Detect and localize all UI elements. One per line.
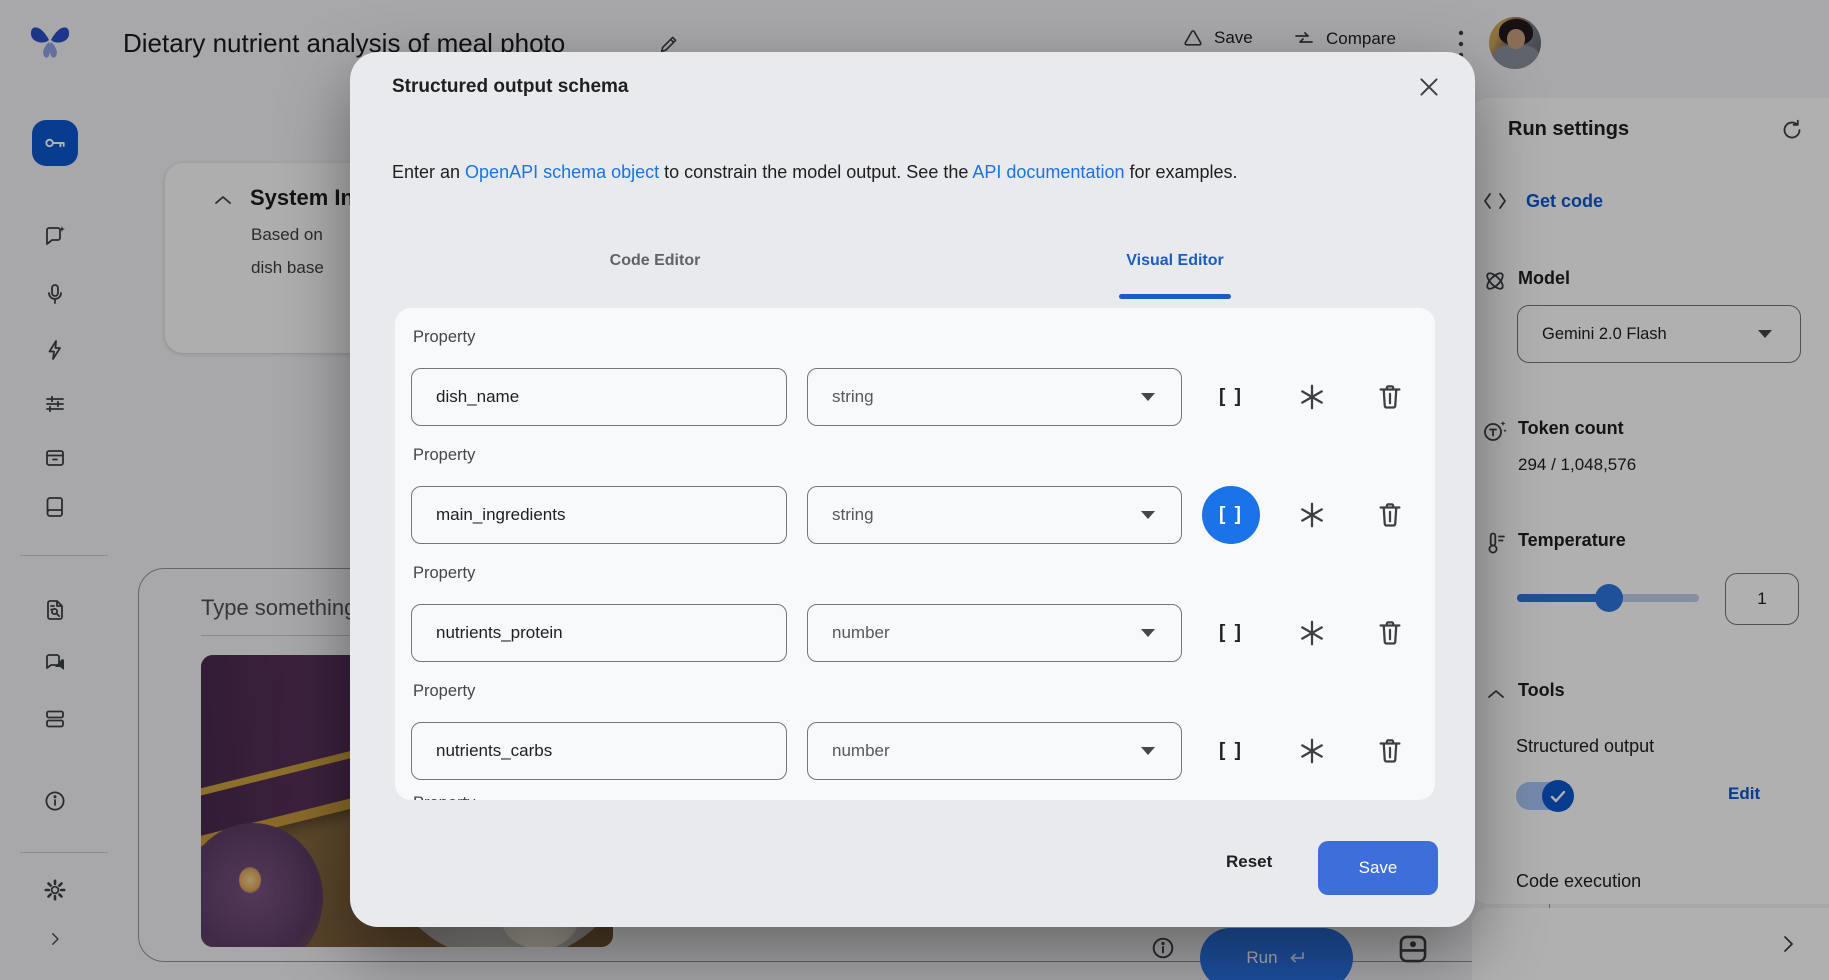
required-asterisk-icon[interactable] [1297,382,1327,412]
property-type-select[interactable]: string [807,368,1182,426]
tab-visual-editor[interactable]: Visual Editor [1025,252,1325,270]
property-label: Property [413,328,475,347]
property-type-value: string [832,387,874,407]
property-type-select[interactable]: number [807,604,1182,662]
delete-property-icon[interactable] [1375,618,1405,648]
property-name-input[interactable] [411,486,787,544]
chevron-down-icon [1141,393,1155,401]
array-toggle-button[interactable]: [ ] [1202,368,1260,426]
desc-middle: to constrain the model output. See the [659,162,972,182]
structured-output-modal: Structured output schema Enter an OpenAP… [350,52,1475,927]
modal-description: Enter an OpenAPI schema object to constr… [392,162,1238,183]
api-documentation-link[interactable]: API documentation [972,162,1124,182]
property-type-value: number [832,741,890,761]
tab-code-editor[interactable]: Code Editor [505,252,805,270]
delete-property-icon[interactable] [1375,736,1405,766]
required-asterisk-icon[interactable] [1297,736,1327,766]
property-name-input[interactable] [411,604,787,662]
schema-properties-panel: Property string [ ] Property string [ ] [395,308,1435,800]
required-asterisk-icon[interactable] [1297,500,1327,530]
property-label: Property [413,682,475,701]
app-root: Dietary nutrient analysis of meal photo … [0,0,1829,980]
property-type-select[interactable]: number [807,722,1182,780]
chevron-down-icon [1141,747,1155,755]
chevron-down-icon [1141,629,1155,637]
array-toggle-button-active[interactable]: [ ] [1202,486,1260,544]
close-icon[interactable] [1416,74,1442,100]
property-label-clipped: Property [413,794,475,800]
delete-property-icon[interactable] [1375,500,1405,530]
array-toggle-button[interactable]: [ ] [1202,722,1260,780]
array-toggle-button[interactable]: [ ] [1202,604,1260,662]
active-tab-underline [1119,294,1231,299]
property-type-value: number [832,623,890,643]
modal-title: Structured output schema [392,76,628,98]
property-label: Property [413,564,475,583]
desc-prefix: Enter an [392,162,465,182]
desc-suffix: for examples. [1124,162,1237,182]
delete-property-icon[interactable] [1375,382,1405,412]
property-type-value: string [832,505,874,525]
property-type-select[interactable]: string [807,486,1182,544]
openapi-schema-link[interactable]: OpenAPI schema object [465,162,659,182]
property-name-input[interactable] [411,368,787,426]
required-asterisk-icon[interactable] [1297,618,1327,648]
property-name-input[interactable] [411,722,787,780]
modal-save-button[interactable]: Save [1318,841,1438,895]
property-label: Property [413,446,475,465]
chevron-down-icon [1141,511,1155,519]
reset-button[interactable]: Reset [1226,852,1272,872]
